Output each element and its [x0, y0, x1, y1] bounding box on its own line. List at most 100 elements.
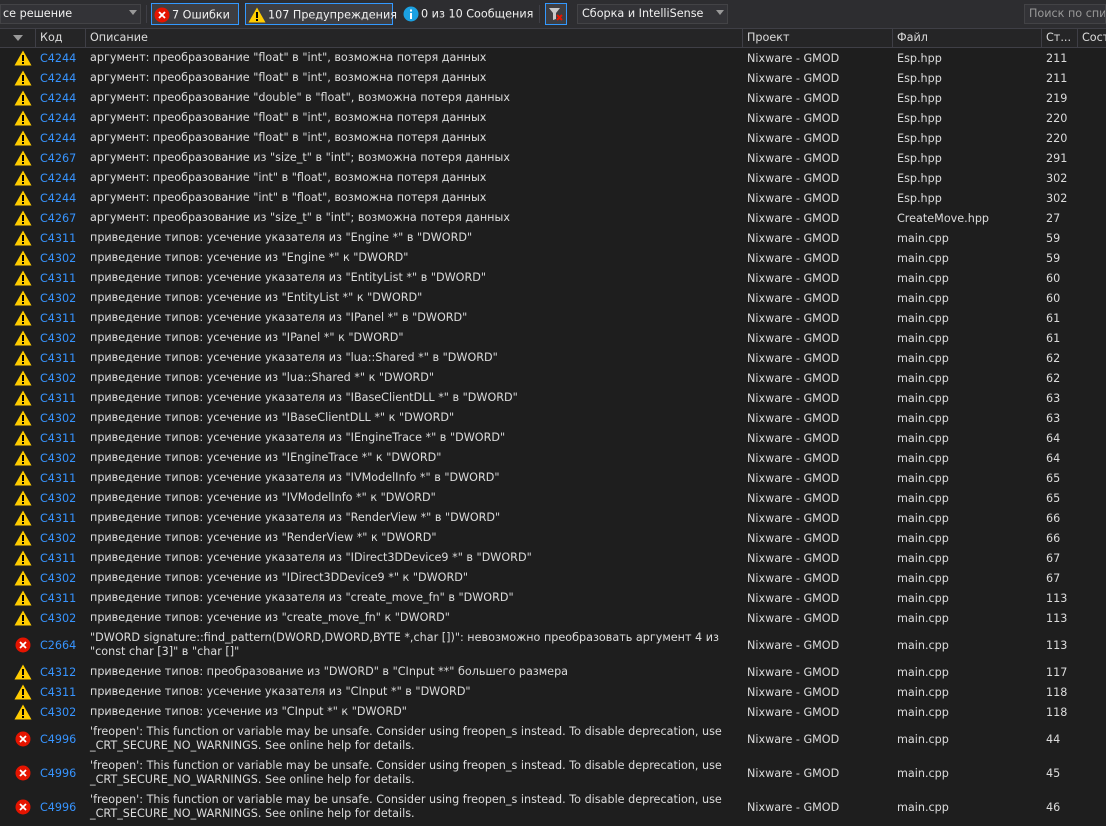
table-row[interactable]: C4311 приведение типов: усечение указате… — [0, 468, 1106, 488]
error-code-link[interactable]: C4302 — [36, 368, 86, 388]
row-icon-cell — [14, 168, 36, 188]
suppression-state — [1078, 722, 1106, 756]
error-code-link[interactable]: C4244 — [36, 48, 86, 68]
table-row[interactable]: C4311 приведение типов: усечение указате… — [0, 588, 1106, 608]
error-code-link[interactable]: C4311 — [36, 268, 86, 288]
table-row[interactable]: C4244 аргумент: преобразование "double" … — [0, 88, 1106, 108]
error-code-link[interactable]: C4302 — [36, 408, 86, 428]
table-row[interactable]: C2664 "DWORD signature::find_pattern(DWO… — [0, 628, 1106, 662]
column-header-code[interactable]: Код — [36, 29, 86, 47]
table-row[interactable]: C4311 приведение типов: усечение указате… — [0, 388, 1106, 408]
error-code-link[interactable]: C4244 — [36, 168, 86, 188]
column-header-state[interactable]: Сост — [1078, 29, 1106, 47]
table-row[interactable]: C4311 приведение типов: усечение указате… — [0, 548, 1106, 568]
table-row[interactable]: C4244 аргумент: преобразование "float" в… — [0, 108, 1106, 128]
project-name: Nixware - GMOD — [747, 71, 840, 85]
description-text: приведение типов: усечение из "Engine *"… — [90, 251, 409, 264]
column-header-type[interactable] — [0, 29, 36, 47]
error-code-link[interactable]: C4311 — [36, 588, 86, 608]
column-header-line[interactable]: Ст... — [1042, 29, 1078, 47]
error-code-link[interactable]: C4311 — [36, 228, 86, 248]
error-code-link[interactable]: C4302 — [36, 248, 86, 268]
error-code-link[interactable]: C4302 — [36, 448, 86, 468]
warning-icon — [14, 330, 32, 346]
error-code-link[interactable]: C4302 — [36, 608, 86, 628]
warnings-filter-button[interactable]: 107 Предупреждения — [245, 3, 397, 25]
table-row[interactable]: C4996 'freopen': This function or variab… — [0, 790, 1106, 824]
table-row[interactable]: C4302 приведение типов: усечение из "Eng… — [0, 248, 1106, 268]
error-code-link[interactable]: C2664 — [36, 628, 86, 662]
table-row[interactable]: C4244 аргумент: преобразование "float" в… — [0, 48, 1106, 68]
error-code-link[interactable]: C4311 — [36, 508, 86, 528]
column-header-project[interactable]: Проект — [743, 29, 893, 47]
error-code-link[interactable]: C4311 — [36, 348, 86, 368]
column-header-file[interactable]: Файл — [893, 29, 1042, 47]
warning-icon — [14, 130, 32, 146]
error-code-link[interactable]: C4996 — [36, 722, 86, 756]
description-text: приведение типов: усечение указателя из … — [90, 431, 506, 444]
table-row[interactable]: C4302 приведение типов: усечение из "IDi… — [0, 568, 1106, 588]
error-code-link[interactable]: C4244 — [36, 88, 86, 108]
messages-filter-button[interactable]: 0 из 10 Сообщения — [401, 3, 535, 25]
table-row[interactable]: C4302 приведение типов: усечение из "IVM… — [0, 488, 1106, 508]
line-number: 61 — [1046, 311, 1061, 325]
suppression-state — [1078, 682, 1106, 702]
error-code-link[interactable]: C4996 — [36, 790, 86, 824]
error-code-link[interactable]: C4312 — [36, 662, 86, 682]
table-row[interactable]: C4311 приведение типов: усечение указате… — [0, 268, 1106, 288]
table-row[interactable]: C4302 приведение типов: усечение из "lua… — [0, 368, 1106, 388]
error-code-link[interactable]: C4311 — [36, 388, 86, 408]
error-code-link[interactable]: C4302 — [36, 568, 86, 588]
table-row[interactable]: C4267 аргумент: преобразование из "size_… — [0, 208, 1106, 228]
filter-toggle-button[interactable] — [545, 3, 567, 25]
table-row[interactable]: C4996 'freopen': This function or variab… — [0, 722, 1106, 756]
error-code-link[interactable]: C4244 — [36, 108, 86, 128]
project-name: Nixware - GMOD — [747, 705, 840, 719]
table-row[interactable]: C4267 аргумент: преобразование из "size_… — [0, 148, 1106, 168]
table-row[interactable]: C4302 приведение типов: усечение из "CIn… — [0, 702, 1106, 722]
table-row[interactable]: C4302 приведение типов: усечение из "IBa… — [0, 408, 1106, 428]
search-input[interactable]: Поиск по спис — [1024, 4, 1106, 24]
row-icon-cell — [14, 108, 36, 128]
build-source-dropdown[interactable]: Сборка и IntelliSense — [577, 4, 728, 24]
table-row[interactable]: C4311 приведение типов: усечение указате… — [0, 508, 1106, 528]
error-code-link[interactable]: C4311 — [36, 428, 86, 448]
table-row[interactable]: C4244 аргумент: преобразование "int" в "… — [0, 188, 1106, 208]
error-code-link[interactable]: C4267 — [36, 148, 86, 168]
error-code-link[interactable]: C4244 — [36, 128, 86, 148]
error-code-link[interactable]: C4302 — [36, 488, 86, 508]
error-code-link[interactable]: C4244 — [36, 188, 86, 208]
error-code-link[interactable]: C4302 — [36, 702, 86, 722]
error-code-link[interactable]: C4311 — [36, 548, 86, 568]
table-row[interactable]: C4244 аргумент: преобразование "int" в "… — [0, 168, 1106, 188]
table-row[interactable]: C4311 приведение типов: усечение указате… — [0, 348, 1106, 368]
error-code-link[interactable]: C4311 — [36, 308, 86, 328]
error-code-link[interactable]: C4302 — [36, 528, 86, 548]
table-row[interactable]: C4312 приведение типов: преобразование и… — [0, 662, 1106, 682]
scope-dropdown[interactable]: се решение — [0, 4, 141, 24]
row-icon-cell — [14, 682, 36, 702]
errors-filter-button[interactable]: 7 Ошибки — [151, 3, 239, 25]
table-row[interactable]: C4244 аргумент: преобразование "float" в… — [0, 128, 1106, 148]
row-icon-cell — [14, 548, 36, 568]
error-code-link[interactable]: C4996 — [36, 756, 86, 790]
table-row[interactable]: C4302 приведение типов: усечение из "Ren… — [0, 528, 1106, 548]
table-row[interactable]: C4311 приведение типов: усечение указате… — [0, 228, 1106, 248]
table-row[interactable]: C4244 аргумент: преобразование "float" в… — [0, 68, 1106, 88]
error-code-link[interactable]: C4302 — [36, 288, 86, 308]
error-code-link[interactable]: C4244 — [36, 68, 86, 88]
error-code-link[interactable]: C4311 — [36, 682, 86, 702]
error-code-link[interactable]: C4311 — [36, 468, 86, 488]
table-row[interactable]: C4302 приведение типов: усечение из "IEn… — [0, 448, 1106, 468]
error-code-link[interactable]: C4302 — [36, 328, 86, 348]
error-code-link[interactable]: C4267 — [36, 208, 86, 228]
table-row[interactable]: C4996 'freopen': This function or variab… — [0, 756, 1106, 790]
table-row[interactable]: C4311 приведение типов: усечение указате… — [0, 308, 1106, 328]
table-row[interactable]: C4302 приведение типов: усечение из "Ent… — [0, 288, 1106, 308]
column-header-description[interactable]: Описание — [86, 29, 743, 47]
table-row[interactable]: C4302 приведение типов: усечение из "cre… — [0, 608, 1106, 628]
table-row[interactable]: C4311 приведение типов: усечение указате… — [0, 428, 1106, 448]
table-row[interactable]: C4302 приведение типов: усечение из "IPa… — [0, 328, 1106, 348]
table-row[interactable]: C4311 приведение типов: усечение указате… — [0, 682, 1106, 702]
file-name: main.cpp — [897, 251, 949, 265]
